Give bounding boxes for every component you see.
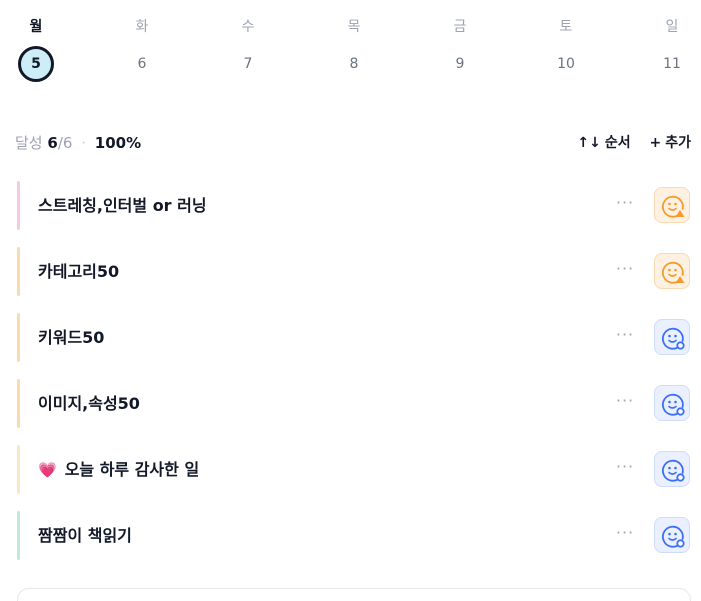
day-4[interactable]: 목8 (324, 14, 384, 82)
day-2[interactable]: 화6 (112, 14, 172, 82)
day-date: 7 (243, 56, 253, 72)
day-5[interactable]: 금9 (430, 14, 490, 82)
task-status-button[interactable] (654, 385, 690, 421)
summary-label: 달성 (15, 134, 43, 152)
task-title-text: 이미지,속성50 (38, 394, 140, 413)
more-options-button[interactable]: ··· (612, 524, 638, 546)
task-status-button[interactable] (654, 253, 690, 289)
task-list: 스트레칭,인터벌 or 러닝 ··· 카테고리50 ··· 키워드50 ··· 이미지,속성… (0, 178, 701, 574)
more-options-button[interactable]: ··· (612, 326, 638, 348)
day-date: 8 (349, 56, 359, 72)
day-name: 일 (665, 19, 679, 35)
more-options-button[interactable]: ··· (612, 260, 638, 282)
summary-done: 6 (47, 134, 58, 152)
day-date: 9 (455, 56, 465, 72)
day-date: 6 (137, 56, 147, 72)
day-6[interactable]: 토 10 (536, 14, 596, 82)
summary-percent: 100% (94, 134, 142, 152)
task-title: 스트레칭,인터벌 or 러닝 (38, 178, 207, 233)
task-color-bar (17, 379, 20, 428)
day-date: 11 (663, 56, 681, 72)
task-color-bar (17, 313, 20, 362)
task-status-button[interactable] (654, 319, 690, 355)
day-name: 금 (453, 19, 467, 35)
sort-button[interactable]: ↑↓ 순서 (577, 132, 630, 154)
add-label: 추가 (665, 135, 691, 151)
task-title: 💗 오늘 하루 감사한 일 (38, 442, 199, 497)
more-options-button[interactable]: ··· (612, 458, 638, 480)
day-name: 화 (135, 19, 149, 35)
sort-arrows-icon: ↑↓ (577, 135, 601, 151)
task-title-text: 스트레칭,인터벌 or 러닝 (38, 196, 207, 215)
task-item[interactable]: 💗 오늘 하루 감사한 일 ··· (0, 442, 701, 501)
task-title: 이미지,속성50 (38, 376, 140, 431)
day-name: 토 (559, 19, 573, 35)
more-options-button[interactable]: ··· (612, 194, 638, 216)
task-color-bar (17, 511, 20, 560)
week-selector: 월 5 화 6 수 7 목 8 금 9 토 10 일 11 (0, 14, 701, 94)
summary-count: 6/6 (47, 134, 72, 152)
task-status-button[interactable] (654, 451, 690, 487)
task-title: 짬짬이 책읽기 (38, 508, 132, 563)
task-title-text: 오늘 하루 감사한 일 (64, 460, 200, 479)
bottom-card (17, 588, 691, 601)
heart-icon: 💗 (38, 461, 57, 479)
task-item[interactable]: 키워드50 ··· (0, 310, 701, 369)
task-color-bar (17, 181, 20, 230)
sort-label: 순서 (604, 135, 631, 151)
day-7[interactable]: 일 11 (642, 14, 701, 82)
task-status-button[interactable] (654, 187, 690, 223)
task-color-bar (17, 445, 20, 494)
plus-icon: + (649, 135, 662, 151)
day-name: 월 (29, 19, 43, 35)
summary-separator: · (81, 134, 86, 152)
task-title-text: 카테고리50 (38, 262, 120, 281)
summary-total: /6 (57, 134, 73, 152)
day-1[interactable]: 월5 (6, 14, 66, 82)
day-name: 목 (347, 19, 361, 35)
day-3[interactable]: 수7 (218, 14, 278, 82)
list-actions: ↑↓ 순서 + 추가 (563, 132, 691, 154)
achievement-summary: 달성 6/6 · 100% (15, 132, 141, 154)
day-date-selected: 5 (18, 46, 54, 82)
task-status-button[interactable] (654, 517, 690, 553)
add-button[interactable]: + 추가 (650, 132, 692, 154)
task-item[interactable]: 짬짬이 책읽기 ··· (0, 508, 701, 567)
task-title: 키워드50 (38, 310, 104, 365)
task-item[interactable]: 이미지,속성50 ··· (0, 376, 701, 435)
day-name: 수 (241, 19, 255, 35)
task-title-text: 키워드50 (38, 328, 105, 347)
day-date: 10 (557, 56, 575, 72)
more-options-button[interactable]: ··· (612, 392, 638, 414)
task-color-bar (17, 247, 20, 296)
task-title-text: 짬짬이 책읽기 (38, 526, 132, 545)
habit-tracker-page: 월 5 화 6 수 7 목 8 금 9 토 10 일 11 달성 6/6 · 100% ↑↓ 순서 + 추가 … (0, 0, 701, 601)
task-title: 카테고리50 (38, 244, 119, 299)
task-item[interactable]: 카테고리50 ··· (0, 244, 701, 303)
task-item[interactable]: 스트레칭,인터벌 or 러닝 ··· (0, 178, 701, 237)
